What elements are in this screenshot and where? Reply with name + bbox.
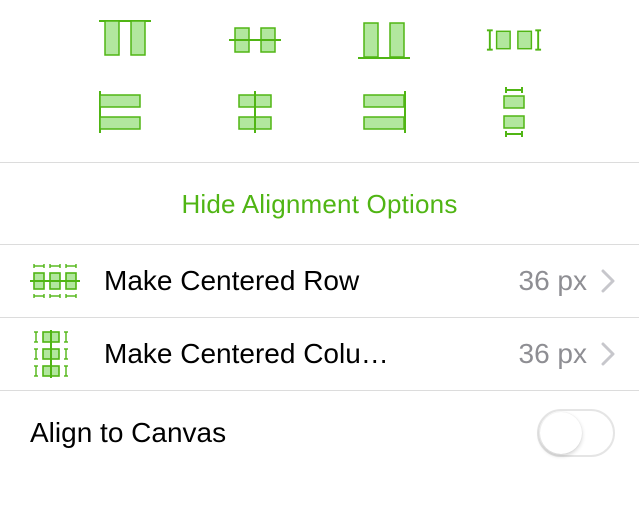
centered-row-icon: [30, 259, 84, 303]
align-top-icon[interactable]: [96, 18, 154, 62]
align-center-icon[interactable]: [226, 90, 284, 134]
alignment-options-grid: [0, 0, 639, 162]
centered-column-icon: [30, 332, 84, 376]
alignment-row: [0, 18, 639, 62]
hide-alignment-label: Hide Alignment Options: [181, 189, 457, 219]
make-centered-row-button[interactable]: Make Centered Row 36 px: [0, 244, 639, 317]
alignment-actions: Make Centered Row 36 px: [0, 244, 639, 391]
align-bottom-icon[interactable]: [355, 18, 413, 62]
chevron-right-icon: [601, 342, 615, 366]
distribute-vertical-icon[interactable]: [485, 90, 543, 134]
action-value: 36 px: [507, 338, 602, 370]
align-vertical-center-icon[interactable]: [226, 18, 284, 62]
align-right-icon[interactable]: [355, 90, 413, 134]
make-centered-column-button[interactable]: Make Centered Colu… 36 px: [0, 317, 639, 391]
align-to-canvas-row: Align to Canvas: [0, 391, 639, 457]
toggle-knob: [540, 412, 582, 454]
alignment-row: [0, 90, 639, 134]
align-left-icon[interactable]: [96, 90, 154, 134]
action-label: Make Centered Row: [84, 265, 507, 297]
action-label: Make Centered Colu…: [84, 338, 507, 370]
align-to-canvas-label: Align to Canvas: [30, 417, 537, 449]
hide-alignment-link[interactable]: Hide Alignment Options: [0, 163, 639, 244]
action-value: 36 px: [507, 265, 602, 297]
chevron-right-icon: [601, 269, 615, 293]
align-to-canvas-toggle[interactable]: [537, 409, 615, 457]
distribute-horizontal-icon[interactable]: [485, 18, 543, 62]
